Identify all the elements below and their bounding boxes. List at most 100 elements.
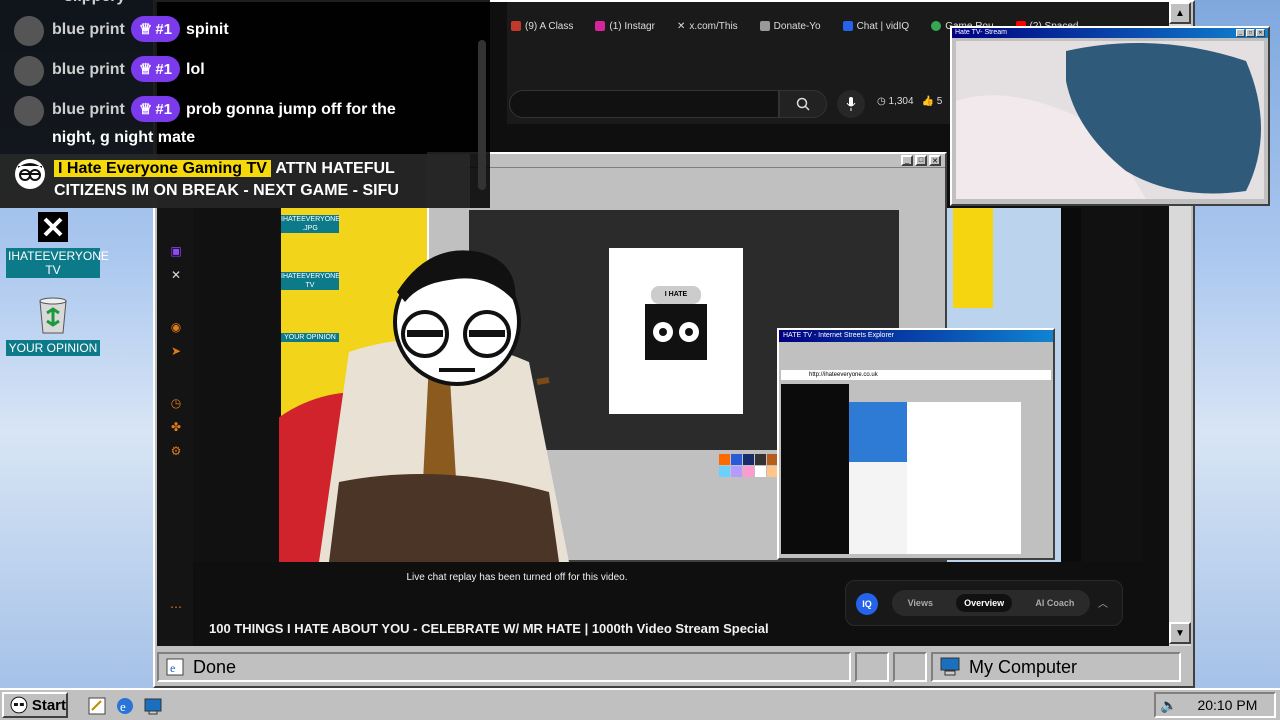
minimize-icon[interactable]: _ <box>1236 29 1245 37</box>
webcam-feed <box>956 41 1264 199</box>
status-zone: My Computer <box>931 652 1181 682</box>
clock[interactable]: 20:10 PM <box>1197 697 1257 713</box>
chrome-icon <box>931 21 942 31</box>
status-text: Done <box>193 656 237 677</box>
inner-post-white <box>849 462 907 554</box>
chat-message: blue print ♕ #1 lol <box>14 56 205 86</box>
crown-icon: ♕ <box>138 21 153 38</box>
avatar <box>14 56 44 86</box>
minimize-icon[interactable]: _ <box>901 155 913 166</box>
twitch-icon[interactable]: ▣ <box>169 244 183 258</box>
chat-username: blue print <box>52 61 125 78</box>
desktop-icon-ihateeveryone-tv[interactable]: IHATEEVERYONE TV <box>6 210 109 278</box>
maximize-icon[interactable]: □ <box>1246 29 1255 37</box>
clock-icon[interactable]: ◷ <box>169 396 183 410</box>
likes-count: 👍 5 <box>921 96 943 107</box>
vidiq-tabs: Views Overview AI Coach <box>892 590 1090 616</box>
settings-icon[interactable]: ⚙ <box>169 444 183 458</box>
search-icon <box>796 97 810 111</box>
mr-hate-character <box>279 250 569 562</box>
chat-scrollbar[interactable] <box>478 40 486 190</box>
rank-badge: ♕ #1 <box>130 16 181 42</box>
my-computer-icon <box>940 657 960 676</box>
svg-text:e: e <box>170 661 175 675</box>
chat-text: spinit <box>186 21 229 38</box>
rank-badge: ♕ #1 <box>130 96 181 122</box>
browser-tab[interactable]: Donate-Yo <box>759 12 821 40</box>
recycle-bin-icon <box>33 294 73 336</box>
tab-favicon-icon <box>511 21 521 31</box>
close-icon[interactable]: ✕ <box>929 155 941 166</box>
rank-value: #1 <box>155 100 173 118</box>
tab-views[interactable]: Views <box>900 594 941 612</box>
chat-partial-message: slippery <box>64 0 125 6</box>
video-title: 100 THINGS I HATE ABOUT YOU - CELEBRATE … <box>209 621 769 636</box>
x-icon[interactable]: ✕ <box>169 268 183 282</box>
tab-favicon-icon <box>759 21 770 31</box>
editor-document: I HATE <box>609 248 743 414</box>
notepad-icon[interactable] <box>86 695 108 717</box>
chat-username: blue print <box>52 21 125 38</box>
status-main: e Done <box>157 652 851 682</box>
volume-icon[interactable]: 🔈 <box>1160 697 1177 714</box>
scroll-down-button[interactable]: ▼ <box>1169 622 1191 644</box>
tab-label: x.com/This <box>689 20 738 32</box>
start-button[interactable]: Start <box>2 692 68 718</box>
live-chat-notice: Live chat replay has been turned off for… <box>406 572 628 583</box>
microphone-icon <box>846 97 856 111</box>
i-hate-label: I HATE <box>651 286 701 304</box>
browser-tab[interactable]: (9) A Class <box>511 12 573 40</box>
instagram-icon <box>595 21 606 31</box>
browser-tab[interactable]: ✕ x.com/This <box>677 12 738 40</box>
status-cell <box>893 652 927 682</box>
views-count: ◷ 1,304 <box>877 96 914 107</box>
more-icon[interactable]: ⋯ <box>169 600 183 614</box>
chevron-up-icon[interactable]: ︿ <box>1098 595 1108 610</box>
show-desktop-icon[interactable] <box>142 695 164 717</box>
likes-value: 5 <box>936 96 943 107</box>
tab-ai-coach[interactable]: AI Coach <box>1027 594 1082 612</box>
x-logo-icon <box>36 210 70 244</box>
rank-badge: ♕ #1 <box>130 56 181 82</box>
host-avatar-icon <box>15 159 45 189</box>
puzzle-icon[interactable]: ✤ <box>169 420 183 434</box>
internet-explorer-icon[interactable]: e <box>114 695 136 717</box>
crown-icon: ♕ <box>138 61 153 78</box>
chat-text: lol <box>186 61 205 78</box>
desktop-icon-your-opinion[interactable]: YOUR OPINION <box>6 294 100 356</box>
chat-message: blue print ♕ #1 prob gonna jump off for the… <box>14 96 434 151</box>
search-input[interactable] <box>509 90 779 118</box>
rank-value: #1 <box>155 60 173 78</box>
color-palette[interactable] <box>719 454 778 477</box>
webcam-title: Hate TV- Stream <box>952 28 1268 38</box>
views-value: 1,304 <box>888 96 914 107</box>
tab-label: (1) Instagr <box>609 20 655 32</box>
close-icon[interactable]: ✕ <box>1256 29 1265 37</box>
scroll-up-button[interactable]: ▲ <box>1169 2 1191 24</box>
browser-tab[interactable]: Chat | vidIQ <box>842 12 909 40</box>
host-name: I Hate Everyone Gaming TV <box>54 160 271 177</box>
inner-post-grid <box>907 402 1021 554</box>
host-message: I Hate Everyone Gaming TV ATTN HATEFUL C… <box>14 158 454 202</box>
tab-overview[interactable]: Overview <box>956 594 1013 612</box>
rank-value: #1 <box>155 20 173 38</box>
search-button[interactable] <box>779 90 827 118</box>
tab-label: Donate-Yo <box>773 20 821 32</box>
taskbar: Start e 🔈 20:10 PM <box>0 688 1280 720</box>
zone-text: My Computer <box>969 656 1078 677</box>
inner-address-bar: http://ihateeveryone.co.uk <box>781 370 1051 380</box>
tab-label: (9) A Class <box>525 20 574 32</box>
avatar <box>14 96 44 126</box>
send-icon[interactable]: ➤ <box>169 344 183 358</box>
browser-tab[interactable]: (1) Instagr <box>595 12 655 40</box>
webcam-window: Hate TV- Stream _ □ ✕ <box>950 26 1270 206</box>
play-circle-icon[interactable]: ◉ <box>169 320 183 334</box>
maximize-icon[interactable]: □ <box>915 155 927 166</box>
voice-search-button[interactable] <box>837 90 865 118</box>
inner-browser-window: HATE TV - Internet Streets Explorer http… <box>777 328 1055 560</box>
start-label: Start <box>31 696 66 714</box>
chat-message: blue print ♕ #1 spinit <box>14 16 229 46</box>
chat-username: blue print <box>52 101 125 118</box>
status-bar: e Done My Computer <box>155 650 1193 684</box>
start-logo-icon <box>10 696 28 714</box>
